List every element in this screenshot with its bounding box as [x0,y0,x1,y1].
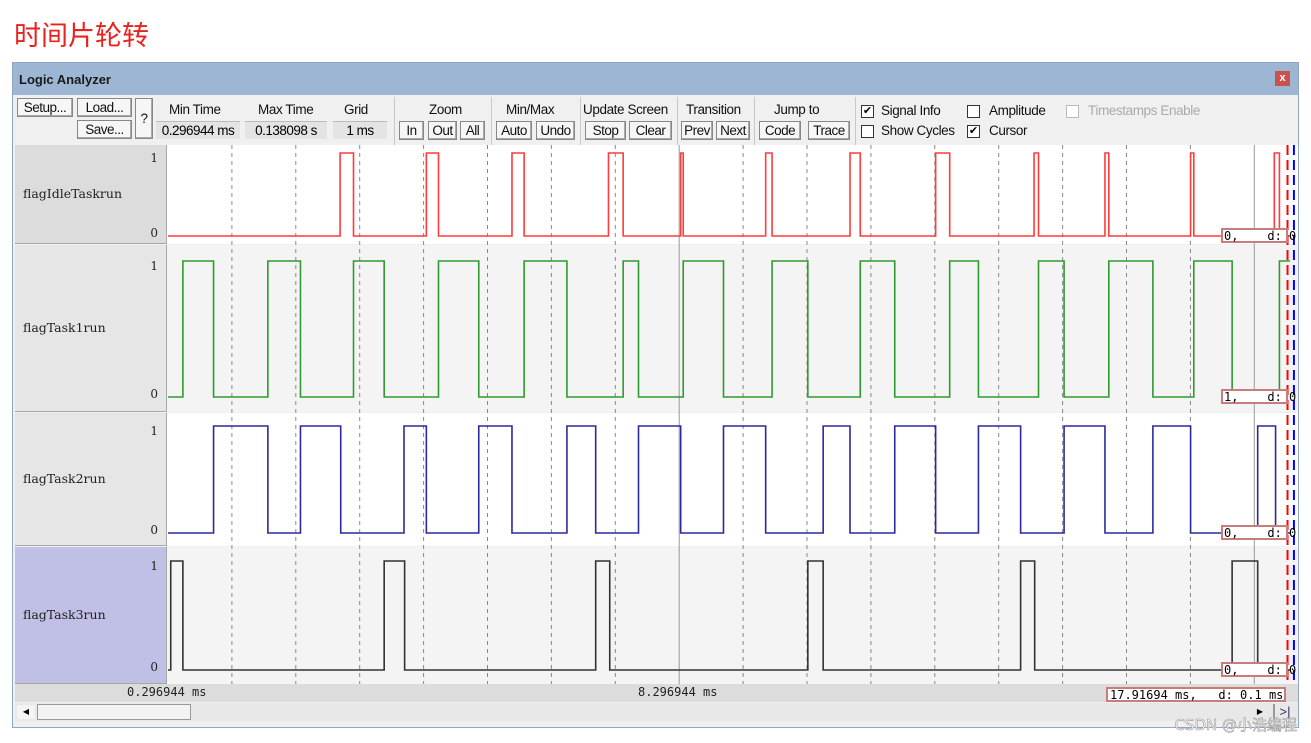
update-screen-label: Update Screen [583,102,668,117]
help-button[interactable]: ? [135,98,153,139]
min-time-label: Min Time [169,102,221,117]
signal-max-label: 1 [150,424,158,438]
timestamps-label: Timestamps Enable [1088,103,1200,118]
signal-label-flagTask3run[interactable]: 1 flagTask3run 0 [15,547,167,684]
signal-label-flagTask2run[interactable]: 1 flagTask2run 0 [15,413,167,546]
row-background [167,413,1298,546]
clear-button[interactable]: Clear [629,121,672,140]
grid-value: 1 ms [333,121,387,139]
undo-button[interactable]: Undo [536,121,575,140]
zoom-out-button[interactable]: Out [428,121,457,140]
timestamps-checkbox [1066,105,1079,118]
cursor-label: Cursor [989,123,1028,138]
setup-button[interactable]: Setup... [17,98,73,117]
transition-label: Transition [686,102,741,117]
divider [754,97,755,145]
max-time-value: 0.138098 s [245,121,327,139]
signal-min-label: 0 [150,660,158,674]
signal-max-label: 1 [150,559,158,573]
min-time-value: 0.296944 ms [156,121,240,139]
show-cycles-label: Show Cycles [881,123,955,138]
load-button[interactable]: Load... [77,98,132,117]
next-button[interactable]: Next [716,121,750,140]
signal-min-label: 0 [150,523,158,537]
divider [491,97,492,145]
jump-to-label: Jump to [774,102,820,117]
signal-max-label: 1 [150,259,158,273]
title-bar: Logic Analyzer x [13,63,1298,95]
signal-name: flagTask1run [23,319,106,335]
signal-name: flagTask2run [23,470,106,486]
signal-min-label: 0 [150,387,158,401]
signal-name: flagIdleTaskrun [23,185,123,201]
jump-code-button[interactable]: Code [759,121,801,140]
divider [855,97,856,145]
amplitude-label: Amplitude [989,103,1046,118]
signal-max-label: 1 [150,151,158,165]
axis-label-mid: 8.296944 ms [638,685,718,699]
stop-button[interactable]: Stop [585,121,626,140]
window-title: Logic Analyzer [19,72,111,87]
zoom-label: Zoom [429,102,462,117]
axis-label-start: 0.296944 ms [127,685,207,699]
cursor-readout: 17.91694 ms, d: 0.1 ms [1106,687,1286,702]
signal-min-label: 0 [150,226,158,240]
row-background [167,145,1298,244]
signal-value-readout: 0, d: 0 [1221,525,1296,540]
scroll-left-arrow-icon[interactable]: ◀ [17,705,35,719]
max-time-label: Max Time [258,102,314,117]
save-button[interactable]: Save... [77,120,132,139]
page-title: 时间片轮转 [14,21,149,52]
row-background [167,547,1298,684]
minmax-label: Min/Max [506,102,555,117]
signal-value-readout: 0, d: 0 [1221,662,1296,677]
signal-value-readout: 1, d: 0 [1221,389,1296,404]
close-button[interactable]: x [1275,71,1290,86]
signal-info-label: Signal Info [881,103,941,118]
signal-label-flagTask1run[interactable]: 1 flagTask1run 0 [15,245,167,412]
amplitude-checkbox[interactable] [967,105,980,118]
grid-label: Grid [344,102,368,117]
row-background [167,245,1298,412]
divider [677,97,678,145]
zoom-in-button[interactable]: In [399,121,424,140]
signal-info-checkbox[interactable]: ✔ [861,105,874,118]
divider [580,97,581,145]
signal-label-flagIdleTaskrun[interactable]: 1 flagIdleTaskrun 0 [15,145,167,244]
prev-button[interactable]: Prev [681,121,713,140]
waveform-area[interactable] [167,145,1298,684]
auto-button[interactable]: Auto [496,121,532,140]
cursor-checkbox[interactable]: ✔ [967,125,980,138]
scroll-thumb[interactable] [37,704,191,720]
jump-trace-button[interactable]: Trace [808,121,850,140]
logic-analyzer-window: Logic Analyzer x Setup... Load... Save..… [12,62,1299,728]
show-cycles-checkbox[interactable] [861,125,874,138]
zoom-all-button[interactable]: All [460,121,485,140]
signal-value-readout: 0, d: 0 [1221,228,1296,243]
watermark: CSDN @小浩编程 [1174,716,1297,735]
signal-name: flagTask3run [23,606,106,622]
horizontal-scrollbar[interactable]: ◀ ▶ >| [15,703,1298,721]
divider [394,97,395,145]
